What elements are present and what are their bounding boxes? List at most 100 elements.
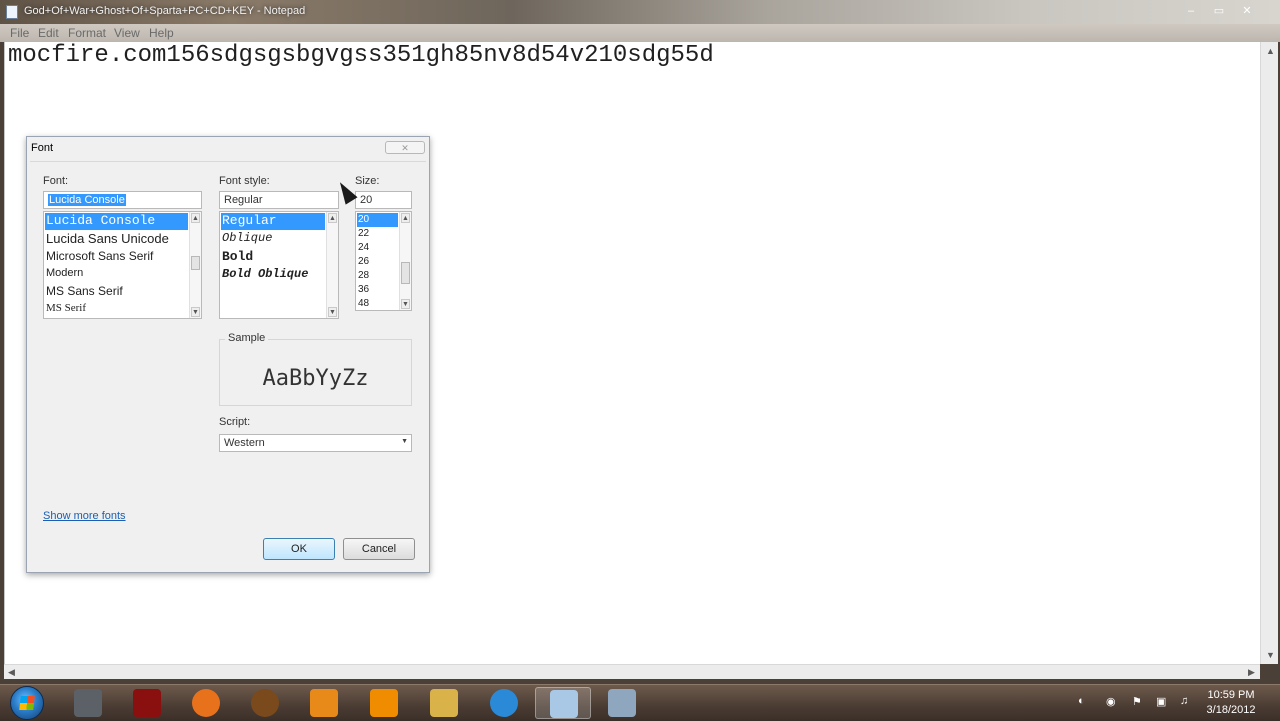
window-title: God+Of+War+Ghost+Of+Sparta+PC+CD+KEY - N… <box>24 5 306 17</box>
font-list[interactable]: Lucida Console Lucida Sans Unicode Micro… <box>43 211 202 319</box>
dialog-title: Font <box>31 142 54 154</box>
start-button[interactable] <box>10 686 44 720</box>
scroll-right-icon[interactable]: ▶ <box>1248 667 1255 678</box>
menu-format[interactable]: Format <box>68 26 106 40</box>
sample-group: Sample AaBbYyZz <box>219 332 412 406</box>
minimize-button[interactable]: – <box>1178 3 1204 20</box>
size-item[interactable]: 20 <box>357 213 398 227</box>
scroll-down-icon[interactable]: ▼ <box>328 307 337 317</box>
size-label: Size: <box>355 175 380 187</box>
taskbar-button[interactable] <box>60 687 116 719</box>
vertical-scrollbar[interactable]: ▲ ▼ <box>1260 42 1278 664</box>
calculator-icon <box>608 689 636 717</box>
counter-strike-icon <box>74 689 102 717</box>
size-list-scrollbar[interactable]: ▲ ▼ <box>399 212 411 310</box>
menu-file[interactable]: File <box>10 26 29 40</box>
system-clock[interactable]: 10:59 PM 3/18/2012 <box>1196 688 1266 718</box>
clock-date: 3/18/2012 <box>1206 704 1256 716</box>
cancel-button[interactable]: Cancel <box>343 538 415 560</box>
windows-logo-icon <box>19 696 35 710</box>
red-emblem-icon <box>133 689 161 717</box>
close-button[interactable]: ✕ <box>1234 3 1260 20</box>
scroll-thumb[interactable] <box>401 262 410 284</box>
size-item[interactable]: 26 <box>357 255 369 269</box>
taskbar-button[interactable] <box>535 687 591 719</box>
font-list-item[interactable]: Lucida Sans Unicode <box>45 231 169 248</box>
font-list-item[interactable]: MS Serif <box>45 302 86 318</box>
script-label: Script: <box>219 416 251 428</box>
media-player-icon <box>310 689 338 717</box>
menu-help[interactable]: Help <box>149 26 174 40</box>
maximize-button[interactable]: ▭ <box>1206 3 1232 20</box>
scroll-down-icon[interactable]: ▼ <box>401 299 410 309</box>
font-style-list[interactable]: Regular Oblique Bold Bold Oblique ▲ ▼ <box>219 211 339 319</box>
taskbar-button[interactable] <box>119 687 175 719</box>
network-icon[interactable]: ▣ <box>1156 695 1166 708</box>
menu-edit[interactable]: Edit <box>38 26 59 40</box>
orb-icon <box>251 689 279 717</box>
font-style-item[interactable]: Bold Oblique <box>221 267 308 284</box>
font-style-label: Font style: <box>219 175 270 187</box>
scroll-up-icon[interactable]: ▲ <box>191 213 200 223</box>
font-list-item[interactable]: Modern <box>45 267 83 284</box>
chevron-down-icon[interactable]: ▼ <box>401 438 408 445</box>
notepad-icon <box>550 690 578 718</box>
clock-time: 10:59 PM <box>1207 689 1255 701</box>
sample-preview: AaBbYyZz <box>262 366 369 391</box>
title-bar[interactable]: God+Of+War+Ghost+Of+Sparta+PC+CD+KEY - N… <box>0 0 1280 24</box>
font-name-input[interactable]: Lucida Console <box>43 191 202 209</box>
show-more-fonts-link[interactable]: Show more fonts <box>43 510 126 522</box>
scroll-down-icon[interactable]: ▼ <box>1266 650 1275 660</box>
font-list-scrollbar[interactable]: ▲ ▼ <box>189 212 201 318</box>
script-select[interactable]: Western ▼ <box>219 434 412 452</box>
tray-camera-icon[interactable]: ◉ <box>1106 695 1116 708</box>
font-dialog: Font ✕ Font: Lucida Console Lucida Conso… <box>26 136 430 573</box>
scroll-up-icon[interactable]: ▲ <box>1266 46 1275 56</box>
font-label: Font: <box>43 175 69 187</box>
size-item[interactable]: 36 <box>357 283 369 297</box>
size-item[interactable]: 28 <box>357 269 369 283</box>
action-center-flag-icon[interactable]: ⚑ <box>1132 695 1142 708</box>
ok-button[interactable]: OK <box>263 538 335 560</box>
size-item[interactable]: 48 <box>357 297 369 310</box>
scroll-up-icon[interactable]: ▲ <box>328 213 337 223</box>
font-list-item[interactable]: Lucida Console <box>45 213 188 230</box>
volume-icon[interactable]: ♫ <box>1180 695 1188 707</box>
tray-toggle-icon[interactable]: ◐ <box>1078 695 1085 707</box>
internet-explorer-icon <box>490 689 518 717</box>
font-list-item[interactable]: Microsoft Sans Serif <box>45 249 153 266</box>
sample-label: Sample <box>225 332 269 344</box>
editor-content[interactable]: mocfire.com156sdgsgsbgvgss351gh85nv8d54v… <box>8 42 714 69</box>
dialog-body: Font: Lucida Console Lucida Console Luci… <box>30 161 426 571</box>
taskbar-button[interactable] <box>296 687 352 719</box>
taskbar-button[interactable] <box>594 687 650 719</box>
taskbar-button[interactable] <box>237 687 293 719</box>
taskbar-button[interactable] <box>356 687 412 719</box>
scroll-thumb[interactable] <box>191 256 200 270</box>
scroll-down-icon[interactable]: ▼ <box>191 307 200 317</box>
scroll-left-icon[interactable]: ◀ <box>8 667 15 678</box>
explorer-folder-icon <box>430 689 458 717</box>
font-style-item[interactable]: Oblique <box>221 231 272 248</box>
scroll-up-icon[interactable]: ▲ <box>401 213 410 223</box>
font-list-item[interactable]: MS Sans Serif <box>45 284 123 301</box>
font-name-value: Lucida Console <box>48 194 126 206</box>
font-style-item[interactable]: Regular <box>221 213 325 230</box>
font-style-input[interactable]: Regular <box>219 191 339 209</box>
horizontal-scrollbar[interactable]: ◀ ▶ <box>4 664 1260 679</box>
notepad-app-icon[interactable] <box>6 5 18 19</box>
script-value: Western <box>224 437 265 449</box>
taskbar-button[interactable] <box>178 687 234 719</box>
vlc-icon <box>370 689 398 717</box>
font-style-item[interactable]: Bold <box>221 249 253 266</box>
menu-bar: File Edit Format View Help <box>0 24 1280 42</box>
size-item[interactable]: 24 <box>357 241 369 255</box>
taskbar-button[interactable] <box>416 687 472 719</box>
size-item[interactable]: 22 <box>357 227 369 241</box>
font-style-scrollbar[interactable]: ▲ ▼ <box>326 212 338 318</box>
menu-view[interactable]: View <box>114 26 140 40</box>
dialog-close-button[interactable]: ✕ <box>385 141 425 154</box>
size-input[interactable]: 20 <box>355 191 412 209</box>
size-list[interactable]: 20 22 24 26 28 36 48 ▲ ▼ <box>355 211 412 311</box>
taskbar-button[interactable] <box>476 687 532 719</box>
